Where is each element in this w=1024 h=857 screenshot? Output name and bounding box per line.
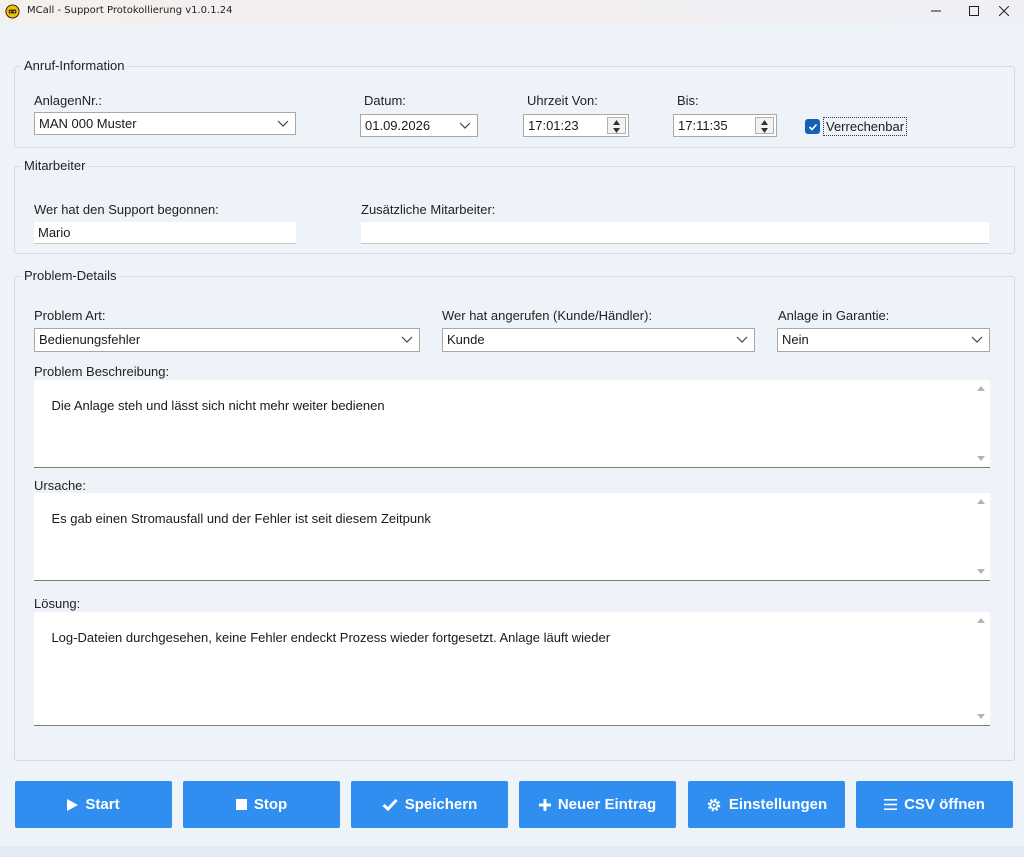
- stop-button[interactable]: Stop: [183, 781, 340, 828]
- description-textarea[interactable]: Die Anlage steh und lässt sich nicht meh…: [34, 380, 990, 468]
- caller-select[interactable]: Kunde: [442, 328, 755, 352]
- solution-label: Lösung:: [34, 596, 81, 611]
- start-button[interactable]: Start: [15, 781, 172, 828]
- datum-value: 01.09.2026: [365, 118, 431, 133]
- problem-art-select[interactable]: Bedienungsfehler: [34, 328, 420, 352]
- chevron-down-icon: [401, 336, 413, 343]
- play-icon: [67, 798, 79, 811]
- spin-down-icon[interactable]: [756, 126, 773, 134]
- cause-textarea[interactable]: Es gab einen Stromausfall und der Fehler…: [34, 493, 990, 581]
- open-csv-button[interactable]: CSV öffnen: [856, 781, 1013, 828]
- verrechenbar-checkbox[interactable]: [805, 119, 820, 134]
- anlagen-value: MAN 000 Muster: [39, 116, 137, 131]
- chevron-down-icon: [971, 336, 983, 343]
- bottom-strip: [0, 846, 1024, 857]
- title-bar: MCall - Support Protokollierung v1.0.1.2…: [0, 0, 1024, 24]
- uhrzeit-von-input[interactable]: 17:01:23: [523, 114, 629, 137]
- warranty-label: Anlage in Garantie:: [778, 308, 890, 323]
- bis-spinner[interactable]: [755, 117, 774, 134]
- new-entry-button[interactable]: Neuer Eintrag: [519, 781, 676, 828]
- cause-text: Es gab einen Stromausfall und der Fehler…: [51, 511, 431, 526]
- chevron-down-icon: [277, 120, 289, 127]
- plus-icon: [538, 798, 551, 811]
- anlagen-label: AnlagenNr.:: [34, 93, 102, 108]
- warranty-select[interactable]: Nein: [777, 328, 990, 352]
- client-area: Anruf-Information AnlagenNr.: MAN 000 Mu…: [0, 24, 1024, 857]
- save-button[interactable]: Speichern: [351, 781, 508, 828]
- new-entry-label: Neuer Eintrag: [557, 796, 657, 813]
- additional-staff-label: Zusätzliche Mitarbeiter:: [361, 202, 496, 217]
- solution-text: Log-Dateien durchgesehen, keine Fehler e…: [51, 630, 611, 645]
- description-scrollbar[interactable]: [973, 380, 990, 467]
- caller-label: Wer hat angerufen (Kunde/Händler):: [442, 308, 653, 323]
- description-text: Die Anlage steh und lässt sich nicht meh…: [51, 398, 385, 413]
- app-logo-icon: [5, 4, 20, 19]
- problem-art-label: Problem Art:: [34, 308, 106, 323]
- bis-value: 17:11:35: [678, 118, 728, 133]
- checkmark-icon: [382, 798, 398, 811]
- spin-up-icon[interactable]: [756, 118, 773, 126]
- chevron-down-icon: [459, 122, 471, 129]
- problem-legend: Problem-Details: [21, 268, 120, 283]
- maximize-icon: [969, 6, 979, 16]
- open-csv-label: CSV öffnen: [904, 796, 985, 813]
- call-info-legend: Anruf-Information: [21, 58, 128, 73]
- checkmark-icon: [808, 123, 817, 131]
- close-icon: [999, 6, 1009, 16]
- chevron-down-icon: [736, 336, 748, 343]
- bis-label: Bis:: [677, 93, 699, 108]
- stop-label: Stop: [253, 796, 288, 813]
- started-by-input[interactable]: Mario: [34, 222, 296, 244]
- started-by-value: Mario: [38, 225, 71, 240]
- solution-textarea[interactable]: Log-Dateien durchgesehen, keine Fehler e…: [34, 612, 990, 726]
- close-button[interactable]: [984, 0, 1024, 22]
- warranty-value: Nein: [782, 332, 809, 347]
- description-label: Problem Beschreibung:: [34, 364, 170, 379]
- additional-staff-input[interactable]: [361, 222, 989, 244]
- caller-value: Kunde: [447, 332, 485, 347]
- settings-label: Einstellungen: [728, 796, 828, 813]
- anlagen-select[interactable]: MAN 000 Muster: [34, 112, 296, 135]
- minimize-icon: [931, 10, 941, 12]
- start-label: Start: [85, 796, 120, 813]
- menu-lines-icon: [884, 799, 898, 810]
- solution-scrollbar[interactable]: [973, 612, 990, 725]
- settings-button[interactable]: Einstellungen: [688, 781, 845, 828]
- datum-label: Datum:: [364, 93, 406, 108]
- save-label: Speichern: [404, 796, 478, 813]
- window-title: MCall - Support Protokollierung v1.0.1.2…: [27, 5, 233, 16]
- spin-up-icon[interactable]: [608, 118, 625, 126]
- started-by-label: Wer hat den Support begonnen:: [34, 202, 219, 217]
- minimize-button[interactable]: [916, 0, 956, 22]
- cause-label: Ursache:: [34, 478, 87, 493]
- staff-legend: Mitarbeiter: [21, 158, 89, 173]
- gear-icon: [707, 798, 721, 811]
- cause-scrollbar[interactable]: [973, 493, 990, 580]
- uhrzeit-von-value: 17:01:23: [528, 118, 579, 133]
- stop-icon: [235, 799, 247, 810]
- uhrzeit-von-label: Uhrzeit Von:: [527, 93, 598, 108]
- datum-picker[interactable]: 01.09.2026: [360, 114, 478, 137]
- verrechenbar-label[interactable]: Verrechenbar: [823, 117, 908, 136]
- bis-input[interactable]: 17:11:35: [673, 114, 777, 137]
- spin-down-icon[interactable]: [608, 126, 625, 134]
- problem-art-value: Bedienungsfehler: [39, 332, 141, 347]
- uhrzeit-von-spinner[interactable]: [607, 117, 626, 134]
